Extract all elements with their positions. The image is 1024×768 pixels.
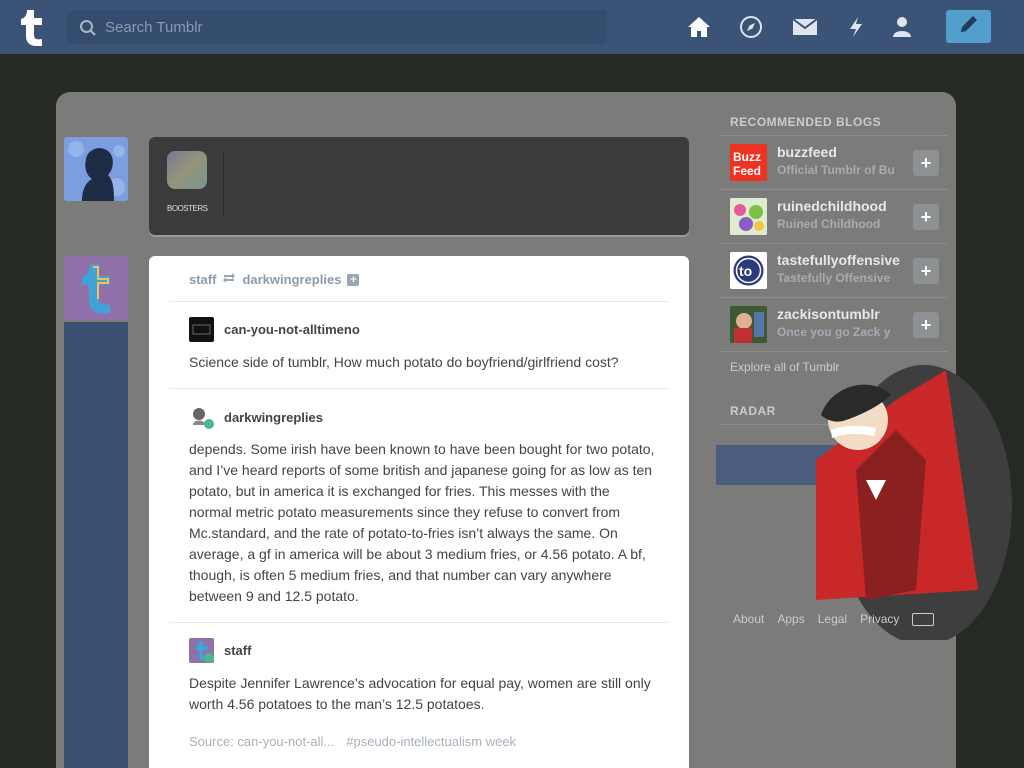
post-composer[interactable]: BOOSTERS — [149, 137, 689, 235]
author-avatar — [189, 317, 214, 342]
composer-divider — [223, 153, 224, 215]
blog-description: Official Tumblr of Bu — [777, 163, 895, 177]
footer-link-apps[interactable]: Apps — [777, 612, 804, 626]
svg-text:to: to — [739, 263, 752, 279]
entry-text: Science side of tumblr, How much potato … — [189, 354, 619, 370]
activity-icon[interactable] — [842, 13, 870, 41]
home-icon[interactable] — [685, 13, 713, 41]
follow-plus-icon[interactable]: + — [347, 273, 360, 286]
keyboard-icon[interactable] — [912, 612, 935, 626]
divider — [169, 301, 669, 302]
divider — [720, 135, 948, 136]
blog-description: Once you go Zack y — [777, 325, 891, 339]
divider — [169, 388, 669, 389]
follow-button[interactable]: + — [913, 150, 939, 176]
account-icon[interactable] — [888, 13, 916, 41]
follow-button[interactable]: + — [913, 258, 939, 284]
radar-image[interactable] — [716, 360, 1016, 645]
author-name[interactable]: staff — [224, 643, 251, 658]
staff-avatar[interactable] — [64, 256, 128, 320]
svg-text:Buzz: Buzz — [733, 150, 761, 164]
blog-name[interactable]: tastefullyoffensive — [777, 252, 907, 268]
svg-text:Feed: Feed — [733, 164, 761, 178]
entry-text: depends. Some irish have been known to h… — [189, 441, 655, 604]
reblog-icon — [222, 272, 236, 287]
footer-link-about[interactable]: About — [733, 612, 764, 626]
author-name[interactable]: can-you-not-alltimeno — [224, 322, 360, 337]
blog-avatar — [730, 306, 767, 343]
blog-name[interactable]: zackisontumblr — [777, 306, 907, 322]
reblogged-from-link[interactable]: darkwingreplies — [242, 272, 341, 287]
blog-name[interactable]: buzzfeed — [777, 144, 907, 160]
blog-avatar — [730, 198, 767, 235]
compose-button[interactable] — [946, 10, 991, 43]
explore-icon[interactable] — [737, 13, 765, 41]
blog-avatar: to — [730, 252, 767, 289]
follow-button[interactable]: + — [913, 312, 939, 338]
blog-description: Tastefully Offensive — [777, 271, 891, 285]
recommended-blog-item[interactable]: zackisontumblr Once you go Zack y + — [730, 306, 940, 343]
source-link[interactable]: Source: can-you-not-all... — [189, 734, 334, 749]
search-input[interactable] — [105, 10, 595, 44]
divider — [720, 351, 948, 352]
search-icon — [79, 19, 97, 37]
footer-link-privacy[interactable]: Privacy — [860, 612, 899, 626]
divider — [720, 297, 948, 298]
blog-avatar: Buzz Feed — [730, 144, 767, 181]
reblog-entry-author[interactable]: can-you-not-alltimeno — [189, 317, 360, 342]
post-meta: Source: can-you-not-all... #pseudo-intel… — [189, 734, 516, 749]
post-header: staff darkwingreplies + — [189, 272, 360, 287]
sidebar-footer: About Apps Legal Privacy — [733, 612, 935, 626]
divider — [720, 243, 948, 244]
author-avatar — [189, 638, 214, 663]
composer-thumbnail — [167, 151, 207, 189]
inbox-icon[interactable] — [791, 13, 819, 41]
divider — [720, 189, 948, 190]
recommended-blog-item[interactable]: Buzz Feed buzzfeed Official Tumblr of Bu … — [730, 144, 940, 181]
author-name[interactable]: darkwingreplies — [224, 410, 323, 425]
reblog-entry-author[interactable]: staff — [189, 638, 251, 663]
post-author-link[interactable]: staff — [189, 272, 216, 287]
composer-caption: BOOSTERS — [167, 204, 208, 213]
author-avatar — [189, 405, 214, 430]
pencil-icon — [958, 13, 980, 40]
recommended-blog-item[interactable]: to tastefullyoffensive Tastefully Offens… — [730, 252, 940, 289]
search-bar[interactable] — [67, 10, 607, 44]
user-avatar[interactable] — [64, 137, 128, 201]
footer-link-legal[interactable]: Legal — [818, 612, 847, 626]
follow-button[interactable]: + — [913, 204, 939, 230]
reblog-entry-author[interactable]: darkwingreplies — [189, 405, 323, 430]
rail-strip — [64, 322, 128, 768]
recommended-blogs-title: RECOMMENDED BLOGS — [730, 115, 882, 129]
entry-text: Despite Jennifer Lawrence’s advocation f… — [189, 675, 651, 712]
recommended-blog-item[interactable]: ruinedchildhood Ruined Childhood + — [730, 198, 940, 235]
top-navbar — [0, 0, 1024, 54]
tumblr-logo[interactable] — [17, 8, 49, 47]
post-card: staff darkwingreplies + can-you-not-allt… — [149, 256, 689, 768]
blog-name[interactable]: ruinedchildhood — [777, 198, 907, 214]
tag-link[interactable]: #pseudo-intellectualism week — [346, 734, 516, 749]
divider — [169, 622, 669, 623]
blog-description: Ruined Childhood — [777, 217, 881, 231]
